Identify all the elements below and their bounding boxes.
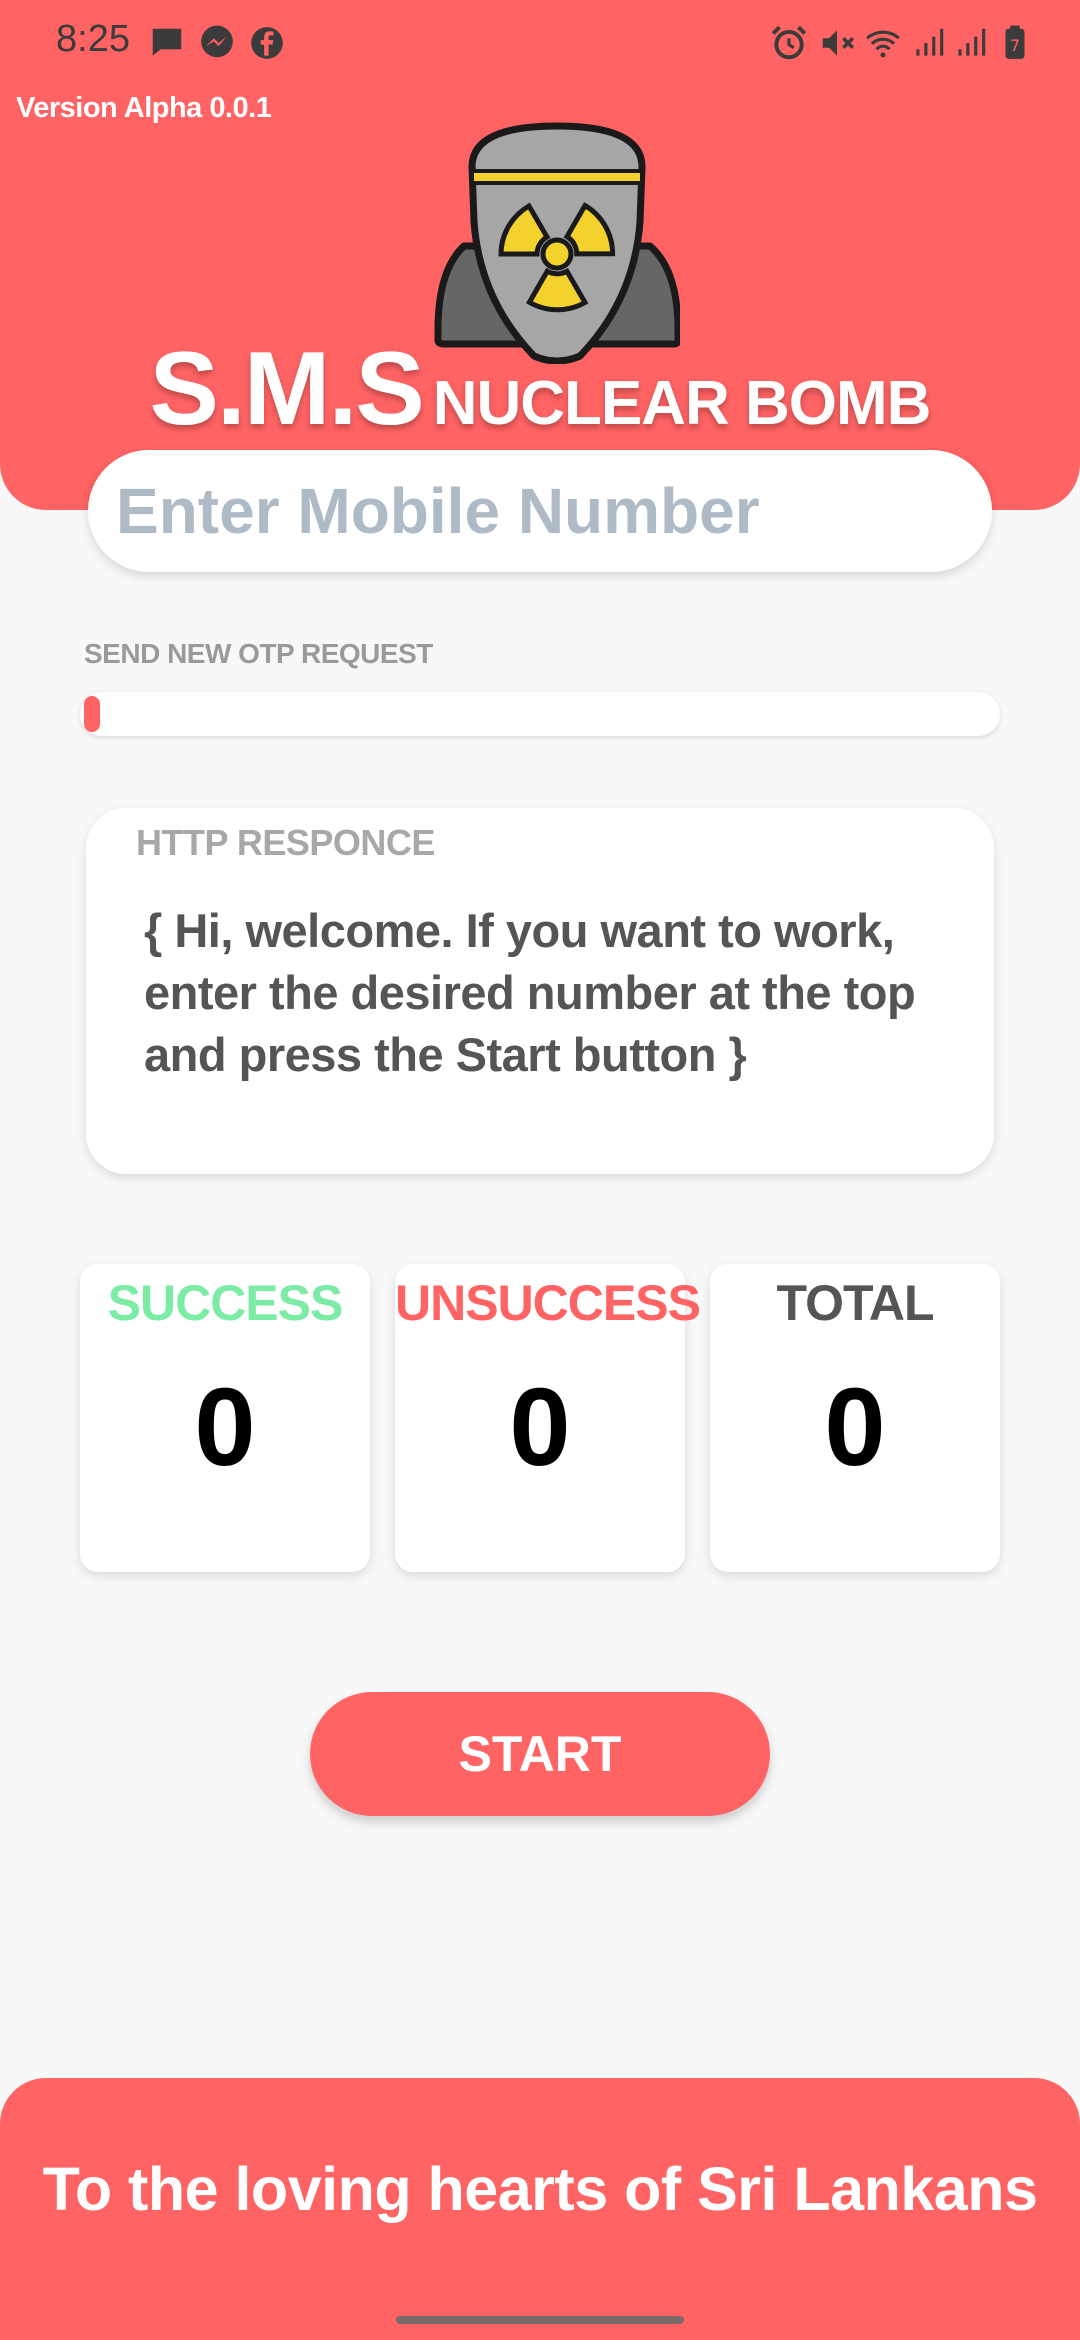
- http-response-text: { Hi, welcome. If you want to work, ente…: [144, 904, 916, 1081]
- signal-icon: [958, 28, 986, 56]
- message-icon: [152, 28, 182, 56]
- status-bar: 8:25 7: [0, 0, 1080, 86]
- app-title: S.M.S NUCLEAR BOMB: [0, 330, 1080, 449]
- footer-banner: To the loving hearts of Sri Lankans: [0, 2078, 1080, 2340]
- app-title-sub: NUCLEAR BOMB: [432, 369, 932, 438]
- otp-progress-bar: [80, 692, 1000, 736]
- success-label: SUCCESS: [107, 1275, 344, 1331]
- app-header: 8:25 7 Version Alpha 0.0.1 S.M.S NUCLEAR …: [0, 0, 1080, 510]
- otp-request-label: SEND NEW OTP REQUEST: [84, 638, 433, 669]
- mute-icon: [822, 30, 855, 56]
- success-card: SUCCESS 0: [80, 1264, 370, 1572]
- signal-icon: [916, 28, 944, 56]
- start-button[interactable]: START: [310, 1692, 770, 1816]
- total-count: 0: [824, 1366, 886, 1489]
- messenger-icon: [201, 25, 233, 58]
- nuclear-bomb-icon: [434, 122, 680, 364]
- http-response-label: HTTP RESPONCE: [136, 822, 435, 863]
- total-label: TOTAL: [776, 1275, 934, 1331]
- mobile-number-input[interactable]: [88, 450, 992, 572]
- app-title-main: S.M.S: [149, 331, 425, 447]
- gesture-nav-handle[interactable]: [396, 2316, 684, 2324]
- alarm-icon: [771, 25, 807, 60]
- unsuccess-label: UNSUCCESS: [395, 1275, 701, 1331]
- otp-progress-fill: [84, 696, 100, 732]
- version-label: Version Alpha 0.0.1: [16, 92, 272, 124]
- battery-level-text: 7: [1010, 36, 1020, 55]
- wifi-icon: [866, 30, 900, 58]
- battery-icon: 7: [1005, 25, 1025, 59]
- success-count: 0: [194, 1366, 256, 1489]
- http-response-card: HTTP RESPONCE { Hi, welcome. If you want…: [86, 808, 994, 1174]
- facebook-icon: [251, 27, 283, 59]
- unsuccess-card: UNSUCCESS 0: [395, 1264, 701, 1572]
- total-card: TOTAL 0: [710, 1264, 1000, 1572]
- status-time: 8:25: [56, 18, 130, 60]
- footer-text: To the loving hearts of Sri Lankans: [42, 2155, 1038, 2223]
- unsuccess-count: 0: [509, 1366, 571, 1489]
